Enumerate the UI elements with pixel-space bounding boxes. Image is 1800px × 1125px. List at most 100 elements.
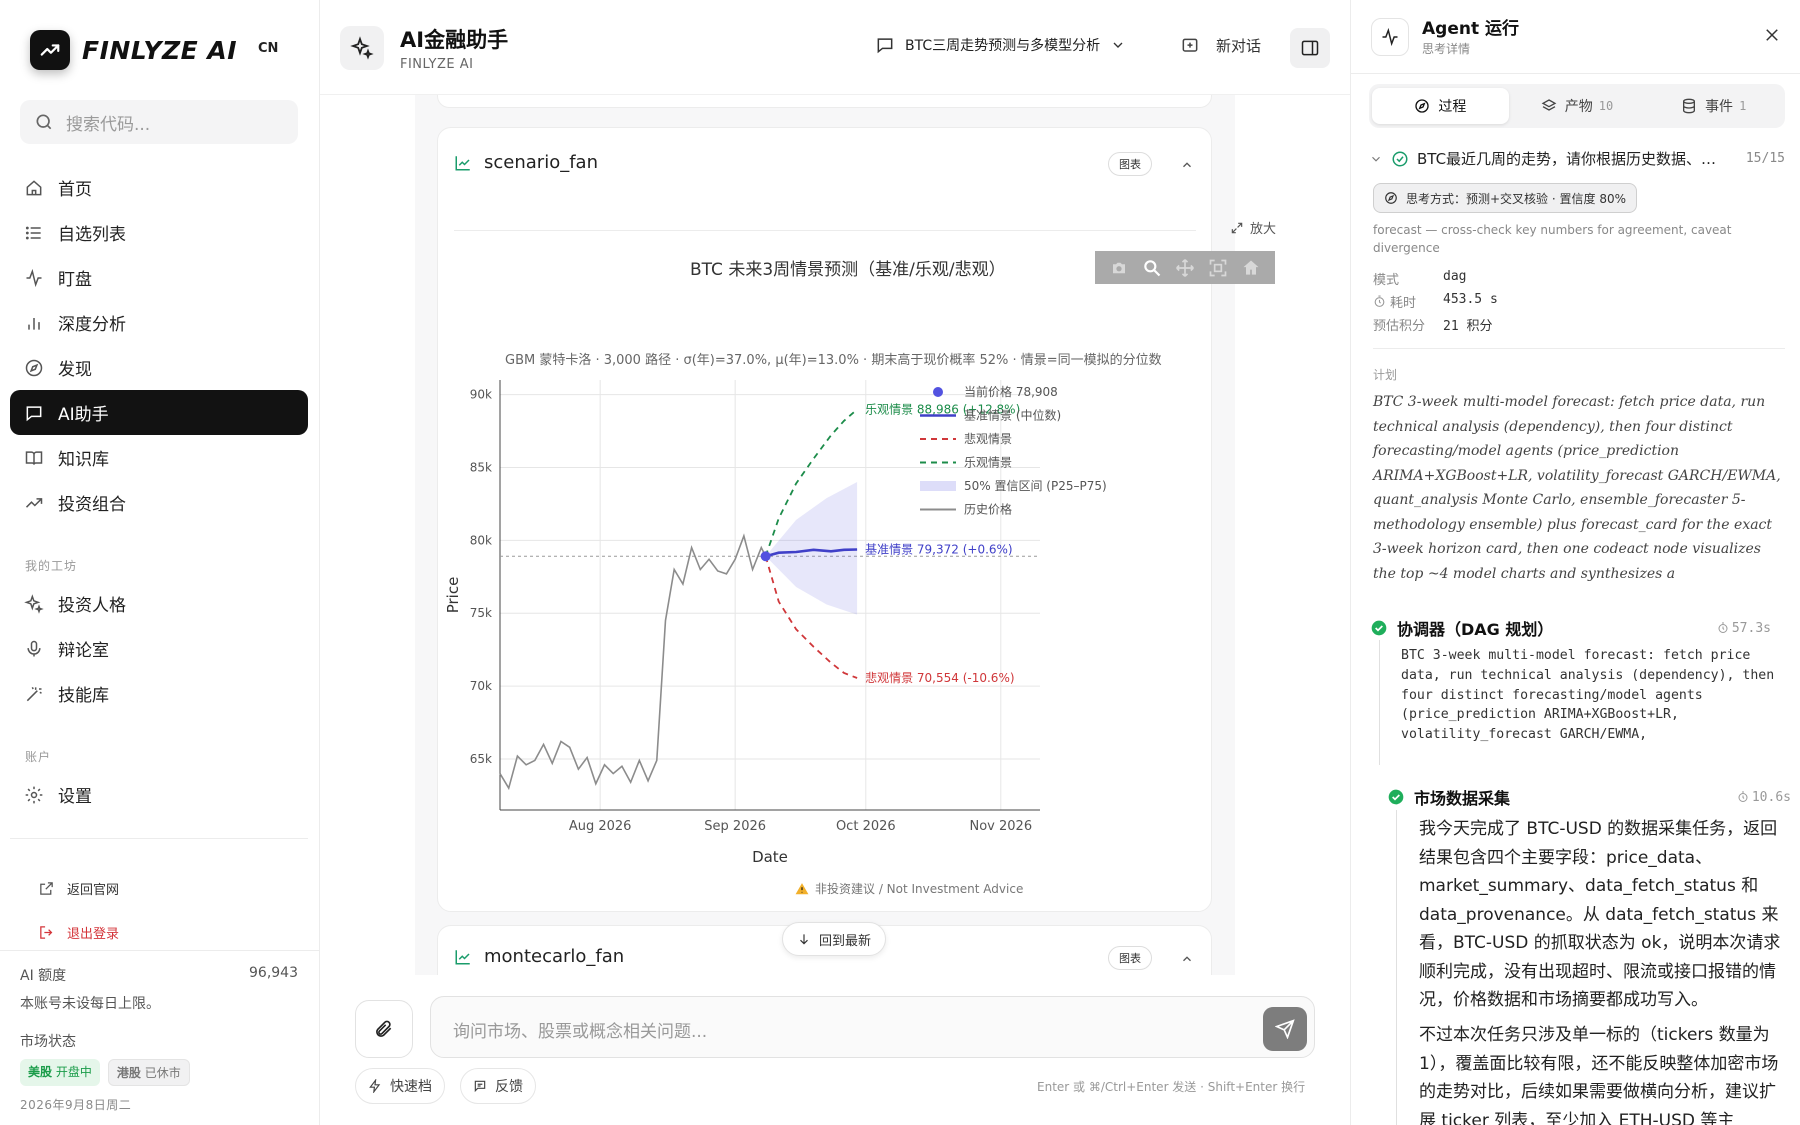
- node-time-value: 57.3s: [1731, 620, 1771, 636]
- check-circle-icon: [1388, 789, 1404, 805]
- nav-item-skills[interactable]: 技能库: [10, 671, 308, 716]
- plot-modebar: [1095, 251, 1275, 284]
- back-to-site-link[interactable]: 返回官网: [38, 866, 119, 910]
- nav-label: AI助手: [58, 405, 109, 425]
- workshop-section-label: 我的工坊: [25, 559, 78, 573]
- tab-label: 过程: [1438, 99, 1467, 115]
- line-chart-icon: [455, 155, 470, 170]
- brand-logo-icon: [30, 30, 70, 70]
- meta-mode: 模式 dag: [1373, 269, 1466, 288]
- page-title: AI金融助手: [400, 28, 509, 52]
- plan-label: 计划: [1373, 368, 1398, 382]
- meta-key: 预估积分: [1373, 319, 1426, 334]
- expand-button[interactable]: 放大: [1230, 218, 1276, 237]
- timeline-line: [1379, 640, 1380, 765]
- tab-count: 1: [1739, 99, 1747, 113]
- chevron-up-icon[interactable]: [1180, 158, 1194, 172]
- scenario-fan-chart[interactable]: 65k 70k 75k 80k 85k 90k Aug 2026 Sep 2026 Oct 20…: [438, 350, 1298, 880]
- tab-events[interactable]: 事件 1: [1645, 88, 1782, 124]
- node-market-data-p1: 我今天完成了 BTC-USD 的数据采集任务，返回结果包含四个主要字段：pric…: [1419, 819, 1781, 1010]
- x-axis-label: Date: [752, 848, 788, 866]
- node-market-data[interactable]: 市场数据采集 10.6s: [1388, 785, 1791, 809]
- y-tick-label: 70k: [470, 679, 492, 693]
- nav-item-knowledge[interactable]: 知识库: [10, 435, 308, 480]
- x-tick-label: Oct 2026: [836, 819, 896, 834]
- nav-item-discover[interactable]: 发现: [10, 345, 308, 390]
- nav-item-ai-assistant[interactable]: AI助手: [10, 390, 308, 435]
- panel-divider: [1373, 348, 1785, 349]
- y-tick-label: 85k: [470, 460, 492, 474]
- logout-label: 退出登录: [67, 926, 120, 942]
- tab-process[interactable]: 过程: [1372, 88, 1509, 124]
- meta-value: 21 积分: [1443, 319, 1493, 334]
- timer-icon: [1374, 295, 1385, 307]
- x-tick-label: Nov 2026: [970, 819, 1033, 834]
- brand-name: FINLYZE AI: [82, 35, 237, 65]
- tab-artifacts[interactable]: 产物 10: [1509, 88, 1646, 124]
- current-price-marker: [760, 551, 771, 562]
- toggle-panel-button[interactable]: [1290, 28, 1330, 68]
- nav-item-monitor[interactable]: 盯盘: [10, 255, 308, 300]
- confidence-band: [765, 482, 858, 615]
- autoscale-icon[interactable]: [1208, 258, 1228, 278]
- camera-icon[interactable]: [1109, 259, 1129, 277]
- zoom-icon[interactable]: [1142, 258, 1162, 278]
- message-placeholder: 询问市场、股票或概念相关问题...: [453, 1022, 708, 1042]
- expand-icon: [1231, 222, 1243, 233]
- search-input[interactable]: 搜索代码...: [20, 100, 298, 144]
- nav-label: 自选列表: [58, 225, 126, 245]
- message-input[interactable]: 询问市场、股票或概念相关问题...: [430, 996, 1315, 1058]
- layers-icon: [1541, 99, 1557, 111]
- nav-item-persona[interactable]: 投资人格: [10, 581, 308, 626]
- us-market-name: 美股: [28, 1065, 53, 1079]
- pan-icon[interactable]: [1175, 258, 1195, 278]
- nav-item-watchlist[interactable]: 自选列表: [10, 210, 308, 255]
- tab-count: 10: [1598, 99, 1614, 113]
- node-title: 协调器（DAG 规划）: [1397, 620, 1554, 639]
- meta-key: 模式: [1373, 273, 1400, 288]
- thinking-mode-text: 思考方式：预测+交叉核验 · 置信度 80%: [1406, 191, 1626, 206]
- sidebar-links: 返回官网 退出登录: [38, 866, 119, 954]
- task-progress: 15/15: [1745, 151, 1785, 166]
- home-icon: [26, 179, 42, 195]
- hk-market-badge: 港股 已休市: [107, 1059, 190, 1086]
- node-coordinator[interactable]: 协调器（DAG 规划） 57.3s: [1371, 616, 1771, 640]
- nav-item-settings[interactable]: 设置: [10, 772, 308, 817]
- close-icon[interactable]: [1763, 26, 1781, 44]
- search-icon: [36, 114, 52, 130]
- task-row[interactable]: BTC最近几周的走势，请你根据历史数据、… 15/15: [1369, 148, 1785, 169]
- trend-up-icon: [25, 497, 43, 508]
- nav-item-debate[interactable]: 辩论室: [10, 626, 308, 671]
- language-toggle[interactable]: CN: [258, 41, 278, 56]
- conversation-selector[interactable]: BTC三周走势预测与多模型分析: [875, 35, 1126, 55]
- nav-item-portfolio[interactable]: 投资组合: [10, 480, 308, 525]
- nav-item-home[interactable]: 首页: [10, 165, 308, 210]
- quick-mode-button[interactable]: 快速档: [355, 1068, 445, 1104]
- legend-label: 50% 置信区间 (P25–P75): [964, 479, 1107, 493]
- mic-icon: [27, 640, 41, 656]
- external-link-icon: [40, 881, 53, 895]
- nav-label: 盯盘: [58, 270, 92, 290]
- new-chat-button[interactable]: 新对话: [1180, 35, 1261, 56]
- previous-card: [437, 95, 1212, 108]
- home-icon[interactable]: [1241, 258, 1261, 278]
- feedback-button[interactable]: 反馈: [460, 1068, 536, 1104]
- sparkles-icon: [24, 593, 44, 614]
- agent-panel-title: Agent 运行: [1422, 19, 1520, 39]
- scenario-end-label: 悲观情景 70,554 (-10.6%): [865, 670, 1014, 685]
- chevron-up-icon[interactable]: [1180, 952, 1194, 966]
- meta-value: dag: [1443, 269, 1467, 284]
- database-icon: [1683, 98, 1696, 114]
- nav-item-analysis[interactable]: 深度分析: [10, 300, 308, 345]
- new-chat-label: 新对话: [1216, 37, 1262, 55]
- brand[interactable]: FINLYZE AI: [30, 30, 237, 70]
- logout-link[interactable]: 退出登录: [38, 910, 119, 954]
- attach-button[interactable]: [355, 1000, 413, 1058]
- magic-wand-icon: [26, 686, 42, 701]
- back-to-latest-button[interactable]: 回到最新: [782, 922, 887, 956]
- sidebar-panel-icon: [1301, 40, 1319, 56]
- send-button[interactable]: [1263, 1007, 1307, 1051]
- check-circle-icon: [1371, 620, 1387, 636]
- scenario-end-label: 基准情景 79,372 (+0.6%): [865, 542, 1013, 556]
- quota-value: 96,943: [249, 965, 298, 981]
